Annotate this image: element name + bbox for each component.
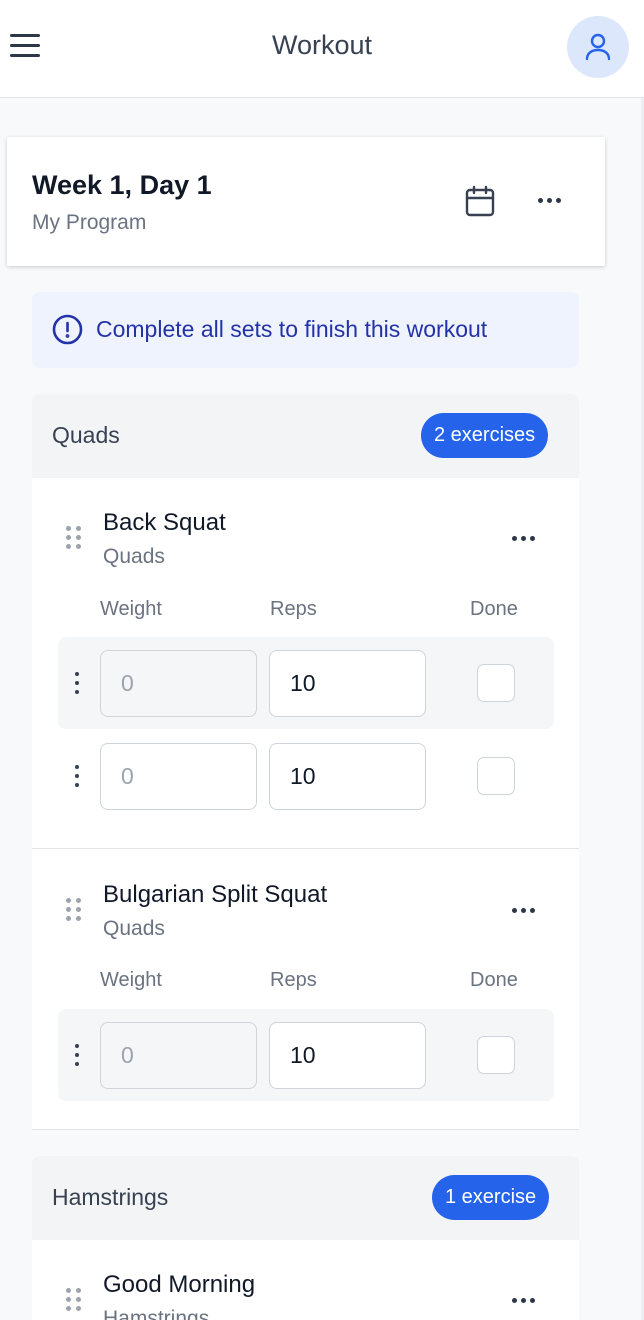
weight-column-label: Weight [100, 969, 162, 991]
exercise-card: Back Squat Quads Weight Reps Done [32, 478, 579, 849]
exercise-card: Good Morning Hamstrings [32, 1240, 579, 1320]
done-column-label: Done [470, 969, 518, 991]
set-done-checkbox[interactable] [477, 757, 515, 795]
set-done-checkbox[interactable] [477, 664, 515, 702]
muscle-group-name: Quads [52, 422, 120, 448]
exercise-count-badge: 2 exercises [421, 413, 549, 458]
done-column-label: Done [470, 598, 518, 620]
set-row [58, 637, 554, 729]
exercise-name: Good Morning [103, 1271, 256, 1298]
reps-input[interactable] [269, 743, 426, 810]
reps-column-label: Reps [270, 598, 317, 620]
set-done-checkbox[interactable] [477, 1036, 515, 1074]
exercise-card: Bulgarian Split Squat Quads Weight Reps … [32, 850, 579, 1130]
exercise-muscle: Quads [103, 545, 165, 568]
muscle-group-name: Hamstrings [52, 1184, 169, 1210]
exercise-muscle: Quads [103, 917, 165, 940]
reps-column-label: Reps [270, 969, 317, 991]
exercise-name: Bulgarian Split Squat [103, 881, 328, 908]
user-icon [585, 33, 611, 61]
exercise-muscle: Hamstrings [103, 1307, 210, 1320]
drag-handle-icon[interactable] [66, 1288, 82, 1312]
set-row [58, 1009, 554, 1101]
reps-input[interactable] [269, 650, 426, 717]
weight-input[interactable] [100, 650, 257, 717]
weight-column-label: Weight [100, 598, 162, 620]
exercise-name: Back Squat [103, 509, 226, 536]
set-options-icon[interactable] [74, 765, 80, 787]
calendar-icon[interactable] [465, 185, 495, 217]
day-title: Week 1, Day 1 [32, 170, 212, 200]
exercise-options-icon[interactable] [512, 536, 535, 541]
banner-text: Complete all sets to finish this workout [96, 316, 488, 342]
day-options-icon[interactable] [538, 198, 561, 203]
drag-handle-icon[interactable] [66, 526, 82, 550]
profile-button[interactable] [567, 16, 629, 78]
set-row [58, 730, 554, 822]
page-title: Workout [271, 30, 373, 60]
reps-input[interactable] [269, 1022, 426, 1089]
info-icon [52, 314, 83, 345]
muscle-group-header: Hamstrings 1 exercise [32, 1156, 579, 1240]
drag-handle-icon[interactable] [66, 898, 82, 922]
program-name: My Program [32, 211, 147, 234]
muscle-group-body: Good Morning Hamstrings [32, 1240, 579, 1320]
muscle-group-body: Back Squat Quads Weight Reps Done Bulgar… [32, 478, 579, 1130]
weight-input[interactable] [100, 743, 257, 810]
set-options-icon[interactable] [74, 672, 80, 694]
workout-day-card: Week 1, Day 1 My Program [7, 137, 605, 266]
muscle-group-header: Quads 2 exercises [32, 394, 579, 478]
exercise-options-icon[interactable] [512, 908, 535, 913]
weight-input[interactable] [100, 1022, 257, 1089]
info-banner: Complete all sets to finish this workout [32, 292, 579, 368]
exercise-options-icon[interactable] [512, 1298, 535, 1303]
set-options-icon[interactable] [74, 1044, 80, 1066]
exercise-count-badge: 1 exercise [432, 1175, 550, 1220]
top-app-bar: Workout [0, 0, 644, 98]
